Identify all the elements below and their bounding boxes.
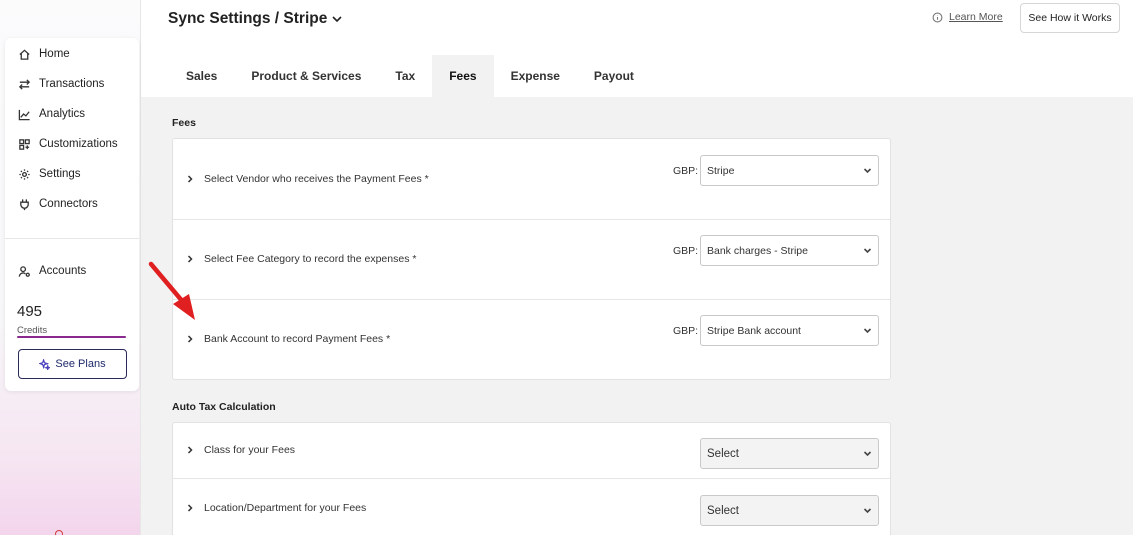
sidebar: Home Transactions Analytics Customizatio… <box>0 0 141 535</box>
user-gear-icon <box>17 264 31 278</box>
auto-tax-section-title: Auto Tax Calculation <box>172 401 276 413</box>
page-title[interactable]: Sync Settings / Stripe <box>168 10 343 28</box>
auto-tax-card: Class for your Fees Select Location/Depa… <box>172 422 891 535</box>
tab-fees[interactable]: Fees <box>432 55 494 97</box>
fees-section-title: Fees <box>172 117 196 129</box>
transfer-arrows-icon <box>17 77 31 91</box>
row-label-text: Location/Department for your Fees <box>204 502 367 514</box>
row-label-text: Select Vendor who receives the Payment F… <box>204 173 429 185</box>
currency-label: GBP: <box>673 325 699 337</box>
plug-icon <box>17 197 31 211</box>
chevron-down-icon <box>331 13 343 25</box>
fee-category-select[interactable]: Bank charges - Stripe <box>700 235 879 266</box>
credits-progress-bar <box>17 336 126 338</box>
gear-icon <box>17 167 31 181</box>
sidebar-item-settings[interactable]: Settings <box>17 167 81 181</box>
page-title-text: Sync Settings / Stripe <box>168 10 328 27</box>
tab-bar: Sales Product & Services Tax Fees Expens… <box>168 55 651 97</box>
home-icon <box>17 47 31 61</box>
chevron-right-icon <box>186 504 194 512</box>
sidebar-item-analytics[interactable]: Analytics <box>17 107 85 121</box>
vendor-select[interactable]: Stripe <box>700 155 879 186</box>
sidebar-item-label: Settings <box>39 168 81 180</box>
tab-sales[interactable]: Sales <box>168 55 234 97</box>
sidebar-item-label: Connectors <box>39 198 98 210</box>
tab-payout[interactable]: Payout <box>577 55 651 97</box>
info-icon <box>932 12 943 23</box>
line-chart-icon <box>17 107 31 121</box>
fee-category-select-value: Bank charges - Stripe <box>707 244 808 257</box>
fees-row-bank-account-label[interactable]: Bank Account to record Payment Fees * <box>186 333 390 345</box>
bank-account-select[interactable]: Stripe Bank account <box>700 315 879 346</box>
location-department-select[interactable]: Select <box>700 495 879 526</box>
sidebar-item-customizations[interactable]: Customizations <box>17 137 118 151</box>
fees-row-vendor-label[interactable]: Select Vendor who receives the Payment F… <box>186 173 429 185</box>
auto-tax-row-location: Location/Department for your Fees Select <box>173 479 890 535</box>
tab-product-services[interactable]: Product & Services <box>234 55 378 97</box>
sidebar-item-accounts[interactable]: Accounts <box>17 264 86 278</box>
tab-expense[interactable]: Expense <box>494 55 577 97</box>
chevron-down-icon <box>863 326 872 338</box>
chevron-down-icon <box>863 246 872 258</box>
sidebar-item-label: Analytics <box>39 108 86 120</box>
sidebar-item-transactions[interactable]: Transactions <box>17 77 104 91</box>
currency-label: GBP: <box>673 245 699 257</box>
vendor-select-value: Stripe <box>707 164 735 177</box>
sparkle-icon <box>39 358 51 370</box>
see-how-it-works-button[interactable]: See How it Works <box>1020 3 1120 33</box>
bank-account-select-value: Stripe Bank account <box>707 324 801 337</box>
currency-label: GBP: <box>673 165 699 177</box>
chevron-right-icon <box>186 255 194 263</box>
decorative-dot <box>55 530 63 535</box>
row-label-text: Select Fee Category to record the expens… <box>204 253 417 265</box>
grid-icon <box>17 137 31 151</box>
sidebar-item-label: Accounts <box>39 265 87 277</box>
chevron-right-icon <box>186 335 194 343</box>
sidebar-item-home[interactable]: Home <box>17 47 70 61</box>
class-select-value: Select <box>707 447 739 460</box>
see-plans-button[interactable]: See Plans <box>18 349 127 379</box>
learn-more-label: Learn More <box>949 11 1003 23</box>
auto-tax-row-class-label[interactable]: Class for your Fees <box>186 444 295 456</box>
tab-tax[interactable]: Tax <box>378 55 432 97</box>
sidebar-item-label: Home <box>39 48 70 60</box>
row-label-text: Class for your Fees <box>204 444 296 456</box>
see-plans-label: See Plans <box>55 358 106 370</box>
chevron-down-icon <box>863 449 872 461</box>
sidebar-divider <box>5 238 139 239</box>
fees-row-category-label[interactable]: Select Fee Category to record the expens… <box>186 253 416 265</box>
fees-row-vendor: Select Vendor who receives the Payment F… <box>173 139 890 220</box>
chevron-right-icon <box>186 446 194 454</box>
sidebar-item-label: Transactions <box>39 78 105 90</box>
sidebar-card: Home Transactions Analytics Customizatio… <box>5 38 139 391</box>
auto-tax-row-class: Class for your Fees Select <box>173 423 890 479</box>
learn-more-link[interactable]: Learn More <box>932 11 1003 23</box>
auto-tax-row-location-label[interactable]: Location/Department for your Fees <box>186 502 366 514</box>
main-content: Fees Select Vendor who receives the Paym… <box>141 97 1133 535</box>
sidebar-item-label: Customizations <box>39 138 118 150</box>
credits-value: 495 <box>17 303 43 320</box>
fees-card: Select Vendor who receives the Payment F… <box>172 138 891 380</box>
class-select[interactable]: Select <box>700 438 879 469</box>
fees-row-category: Select Fee Category to record the expens… <box>173 220 890 300</box>
sidebar-item-connectors[interactable]: Connectors <box>17 197 98 211</box>
chevron-down-icon <box>863 166 872 178</box>
credits-label: Credits <box>17 325 48 336</box>
row-label-text: Bank Account to record Payment Fees * <box>204 333 391 345</box>
chevron-down-icon <box>863 506 872 518</box>
location-select-value: Select <box>707 504 739 517</box>
fees-row-bank-account: Bank Account to record Payment Fees * GB… <box>173 300 890 380</box>
chevron-right-icon <box>186 175 194 183</box>
